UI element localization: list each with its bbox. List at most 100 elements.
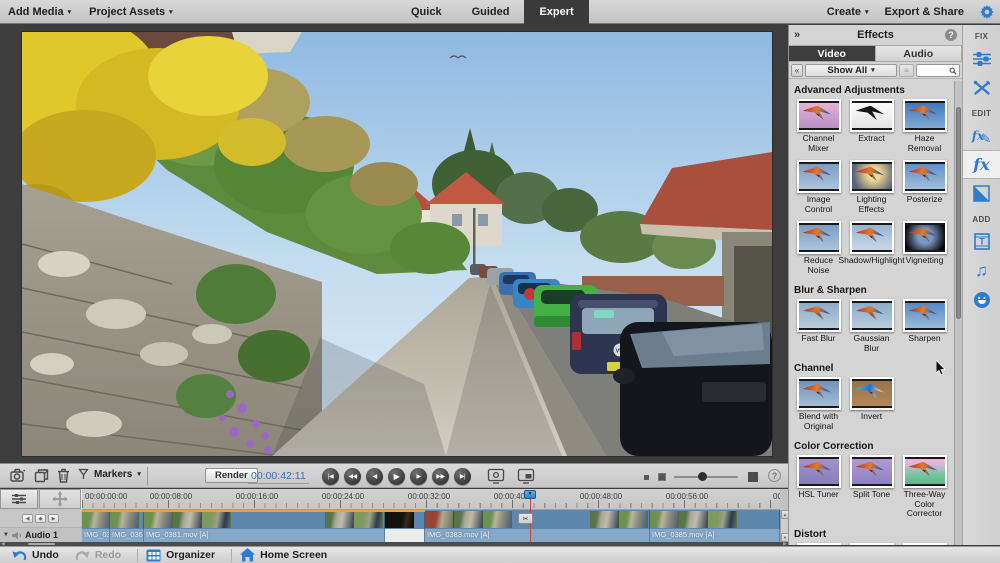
- fx-icon[interactable]: fx: [962, 150, 1000, 179]
- effect-item-image-control[interactable]: Image Control: [792, 160, 845, 214]
- move-tool-button[interactable]: [39, 489, 81, 509]
- effect-item-extract[interactable]: Extract: [845, 99, 898, 153]
- playhead-handle[interactable]: ▾: [524, 490, 536, 499]
- effect-item-invert[interactable]: Invert: [845, 377, 898, 431]
- zoom-slider-thumb[interactable]: [698, 472, 707, 481]
- step-back-button[interactable]: ◀: [366, 468, 383, 485]
- add-keyframe-icon[interactable]: ◆: [35, 514, 46, 523]
- effects-tab-video[interactable]: Video: [789, 46, 876, 61]
- effect-item-shadow-highlight[interactable]: Shadow/Highlight: [838, 221, 905, 275]
- effect-item-haze-removal[interactable]: Haze Removal: [898, 99, 951, 153]
- clip-audio-segment[interactable]: IMG_0381.mov [A]: [144, 529, 385, 542]
- skip-end-button[interactable]: ▶|: [454, 468, 471, 485]
- prev-keyframe-icon[interactable]: ◀: [22, 514, 33, 523]
- gear-icon[interactable]: [980, 5, 994, 19]
- panel-collapse-icon[interactable]: »: [794, 29, 800, 41]
- clip-audio-segment[interactable]: IMG_0383.mov [A]: [425, 529, 650, 542]
- duplicate-icon[interactable]: [34, 468, 49, 483]
- clip-video-segment[interactable]: [425, 510, 650, 529]
- mode-tab-guided[interactable]: Guided: [457, 0, 525, 24]
- marker-flag-icon[interactable]: [78, 468, 89, 480]
- skip-start-button[interactable]: |◀: [322, 468, 339, 485]
- clip-audio-segment[interactable]: [385, 529, 425, 542]
- fast-forward-button[interactable]: ▶▶: [432, 468, 449, 485]
- timeline-ruler[interactable]: 00:00:00:00 00:00:08:00 00:00:16:00 00:00:2…: [81, 489, 780, 510]
- track-disclosure-icon[interactable]: ▼: [3, 532, 9, 538]
- organizer-icon: [146, 549, 161, 562]
- music-icon[interactable]: ♫: [963, 256, 1000, 285]
- tracks-vertical-scrollbar[interactable]: ▲ ▼: [780, 510, 789, 542]
- video-preview-frame[interactable]: VW: [22, 32, 772, 456]
- chevrons-left-icon[interactable]: «: [791, 63, 803, 77]
- clip-video-segment[interactable]: [144, 510, 385, 529]
- effect-item-three-way-color-corrector[interactable]: Three-Way Color Corrector: [898, 455, 951, 519]
- scrollbar-thumb[interactable]: [28, 543, 55, 545]
- help-icon[interactable]: ?: [768, 469, 781, 482]
- full-screen-preview-icon[interactable]: [487, 468, 505, 484]
- track-settings-button[interactable]: [0, 489, 38, 509]
- effect-item-posterize[interactable]: Posterize: [898, 160, 951, 214]
- pip-monitor-icon[interactable]: [517, 468, 535, 484]
- effects-grid: Fast Blur Gaussian Blur Sharpen: [792, 299, 952, 360]
- play-button[interactable]: ▶: [388, 468, 405, 485]
- clip-audio-segment[interactable]: IMG_0368.: [110, 529, 144, 542]
- zoom-in-icon[interactable]: [748, 472, 758, 482]
- effects-tab-audio[interactable]: Audio: [875, 46, 962, 61]
- clip-audio-segment[interactable]: IMG_0385.mov [A]: [650, 529, 780, 542]
- effects-scrollbar[interactable]: [954, 81, 962, 545]
- effect-item-sharpen[interactable]: Sharpen: [898, 299, 951, 353]
- effect-item-corner-pin[interactable]: Corner Pin: [792, 542, 845, 545]
- effects-search-input[interactable]: [916, 63, 960, 77]
- effect-item-split-tone[interactable]: Split Tone: [845, 455, 898, 519]
- effect-item-channel-mixer[interactable]: Channel Mixer: [792, 99, 845, 153]
- menu-project-assets[interactable]: Project Assets ▾: [89, 6, 173, 18]
- effect-item-hsl-tuner[interactable]: HSL Tuner: [792, 455, 845, 519]
- effect-item-gaussian-blur[interactable]: Gaussian Blur: [845, 299, 898, 353]
- clip-video-segment[interactable]: [110, 510, 144, 529]
- show-all-dropdown[interactable]: Show All ▾: [805, 63, 897, 77]
- transitions-icon[interactable]: [963, 179, 1000, 208]
- tools-icon[interactable]: [963, 73, 1000, 102]
- effect-item-mirror[interactable]: Mirror: [898, 542, 951, 545]
- clip-video-segment[interactable]: [385, 510, 425, 529]
- mode-tab-quick[interactable]: Quick: [396, 0, 457, 24]
- zoom-out-icon[interactable]: [644, 475, 649, 480]
- trash-icon[interactable]: [57, 468, 70, 483]
- clip-video-segment[interactable]: [650, 510, 780, 529]
- emoji-icon[interactable]: [963, 285, 1000, 314]
- split-clip-scissors-icon[interactable]: ✂: [518, 513, 533, 524]
- title-text-icon[interactable]: T: [963, 227, 1000, 256]
- adjust-sliders-icon[interactable]: [963, 44, 1000, 73]
- menu-add-media[interactable]: Add Media ▾: [8, 6, 71, 18]
- clip-audio-segment[interactable]: IMG_03: [82, 529, 110, 542]
- effect-item-fast-blur[interactable]: Fast Blur: [792, 299, 845, 353]
- next-keyframe-icon[interactable]: ▶: [48, 514, 59, 523]
- effect-item-reduce-noise[interactable]: Reduce Noise: [792, 221, 845, 275]
- timeline-zoom-slider[interactable]: [674, 472, 738, 481]
- effect-item-vignetting[interactable]: Vignetting: [898, 221, 951, 275]
- top-export-share[interactable]: Export & Share: [885, 6, 964, 18]
- zoom-small-icon[interactable]: [658, 473, 666, 481]
- effect-item-blend-with-original[interactable]: Blend with Original: [792, 377, 845, 431]
- snapshot-camera-icon[interactable]: [10, 468, 26, 483]
- clip-video-segment[interactable]: [82, 510, 110, 529]
- top-create[interactable]: Create ▾: [827, 6, 869, 18]
- fx-edit-icon[interactable]: fx ✎: [963, 121, 1000, 150]
- effect-item-lighting-effects[interactable]: Lighting Effects: [845, 160, 898, 214]
- filter-list-icon[interactable]: ≡: [899, 63, 914, 77]
- markers-button[interactable]: Markers: [94, 469, 132, 480]
- audio-track-label[interactable]: Audio 1: [25, 530, 58, 540]
- rewind-button[interactable]: ◀◀: [344, 468, 361, 485]
- scrollbar-thumb[interactable]: [956, 107, 961, 319]
- step-forward-button[interactable]: ▶: [410, 468, 427, 485]
- current-timecode[interactable]: 00:00:42:11: [248, 470, 309, 484]
- home-screen-button[interactable]: Home Screen: [236, 548, 339, 562]
- undo-button[interactable]: Undo: [8, 549, 71, 562]
- help-icon[interactable]: ?: [945, 29, 957, 41]
- mode-tab-expert[interactable]: Expert: [524, 0, 589, 24]
- effect-item-lens-distortion[interactable]: Lens Distortion: [845, 542, 898, 545]
- menu-label: Create: [826, 6, 862, 18]
- scroll-up-icon[interactable]: ▲: [781, 510, 789, 519]
- ruler-timecode: 00:00:48:00: [579, 492, 623, 501]
- organizer-button[interactable]: Organizer: [142, 549, 227, 562]
